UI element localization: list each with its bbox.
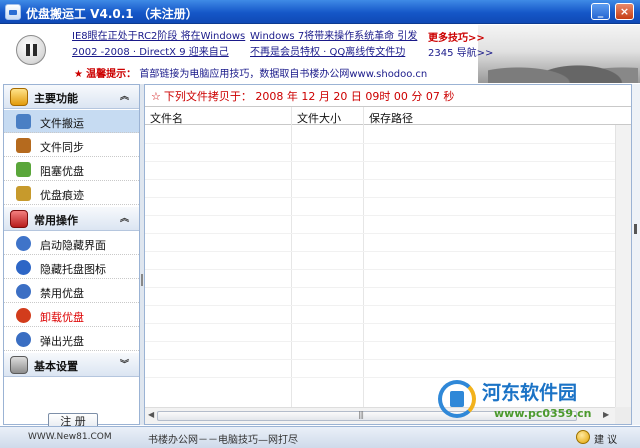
eject-icon — [16, 332, 31, 347]
column-header-filesize[interactable]: 文件大小 — [297, 110, 341, 126]
header-banner: IE8眼在正处于RC2阶段 将在Windows 2002 -2008 · Dir… — [0, 25, 640, 83]
sidebar-item-hide-tray-icon[interactable]: 隐藏托盘图标 — [4, 256, 139, 279]
minimize-button[interactable]: _ — [591, 3, 610, 20]
title-bar: 优盘搬运工 V4.0.1 （未注册） _ × — [0, 0, 640, 24]
tools-icon — [10, 356, 28, 374]
sidebar-item-launch-hidden[interactable]: 启动隐藏界面 — [4, 232, 139, 255]
row-line — [145, 215, 615, 216]
copy-status: ☆ 下列文件拷贝于： 2008 年 12 月 20 日 09时 00 分 07 秒 — [151, 88, 454, 104]
sidebar-item-block-udisk[interactable]: 阻塞优盘 — [4, 158, 139, 181]
briefcase-icon — [16, 138, 31, 153]
row-line — [145, 251, 615, 252]
group-label: 主要功能 — [34, 92, 78, 105]
truck-icon — [16, 114, 31, 129]
sidebar-item-label: 弹出光盘 — [40, 335, 84, 348]
scroll-left-icon[interactable]: ◀ — [148, 410, 154, 419]
group-basic-settings[interactable]: 基本设置 ︾ — [4, 353, 139, 377]
collapse-up-icon[interactable]: ︽ — [120, 89, 129, 102]
column-divider[interactable] — [363, 107, 364, 407]
column-header-filename[interactable]: 文件名 — [150, 110, 183, 126]
lock-icon — [16, 162, 31, 177]
star-icon: ☆ — [151, 90, 161, 103]
row-line — [145, 287, 615, 288]
info-icon — [16, 260, 31, 275]
copy-status-text: 下列文件拷贝于： 2008 年 12 月 20 日 09时 00 分 07 秒 — [163, 90, 455, 103]
row-line — [145, 197, 615, 198]
row-line — [145, 179, 615, 180]
row-line — [145, 323, 615, 324]
sidebar-item-unmount-udisk[interactable]: 卸载优盘 — [4, 304, 139, 327]
sidebar-item-udisk-traces[interactable]: 优盘痕迹 — [4, 182, 139, 205]
landscape-painting — [478, 25, 640, 83]
status-bar: WWW.New81.COM 书楼办公网－－电脑技巧—网打尽 建 议 — [0, 426, 640, 448]
news-link-1[interactable]: IE8眼在正处于RC2阶段 将在Windows — [72, 27, 245, 42]
collapse-up-icon[interactable]: ︽ — [120, 211, 129, 224]
sidebar-item-label: 禁用优盘 — [40, 287, 84, 300]
sidebar-item-disable-udisk[interactable]: 禁用优盘 — [4, 280, 139, 303]
watermark: 河东软件园 www.pc0359.cn — [438, 376, 634, 426]
table-header: 文件名 文件大小 保存路径 — [145, 106, 631, 125]
sidebar-item-label: 文件搬运 — [40, 117, 84, 130]
eject-red-icon — [16, 308, 31, 323]
row-line — [145, 359, 615, 360]
notice-text[interactable]: 首部链接为电脑应用技巧，数据取自书楼办公网www.shodoo.cn — [139, 69, 427, 80]
notice-bar: ★ 温馨提示： 首部链接为电脑应用技巧，数据取自书楼办公网www.shodoo.… — [74, 65, 427, 80]
sidebar-item-label: 隐藏托盘图标 — [40, 263, 106, 276]
row-line — [145, 233, 615, 234]
sidebar: 主要功能 ︽ 文件搬运 文件同步 阻塞优盘 优盘痕迹 常用操作 ︽ 启动隐藏界面… — [3, 84, 140, 431]
column-header-save-path[interactable]: 保存路径 — [369, 110, 413, 126]
row-line — [145, 143, 615, 144]
watermark-url: www.pc0359.cn — [494, 407, 592, 420]
vertical-scrollbar[interactable] — [615, 125, 631, 407]
news-link-4[interactable]: 不再是会员特权 · QQ离线传文件功 — [250, 43, 405, 58]
common-operations-icon — [10, 210, 28, 228]
group-label: 常用操作 — [34, 214, 78, 227]
row-line — [145, 269, 615, 270]
notice-heading: 温馨提示： — [86, 69, 137, 80]
news-link-3[interactable]: Windows 7将带来操作系统革命 引发 — [250, 27, 417, 42]
group-label: 基本设置 — [34, 360, 78, 373]
expand-down-icon[interactable]: ︾ — [120, 357, 129, 370]
file-list-panel: ☆ 下列文件拷贝于： 2008 年 12 月 20 日 09时 00 分 07 秒… — [144, 84, 632, 425]
sidebar-item-label: 卸载优盘 — [40, 311, 84, 324]
feedback-label: 建 议 — [594, 435, 618, 446]
close-button[interactable]: × — [615, 3, 634, 20]
bulb-icon — [576, 430, 590, 444]
window-title: 优盘搬运工 V4.0.1 （未注册） — [26, 7, 198, 21]
nav-2345-link[interactable]: 2345 导航>> — [428, 44, 493, 59]
watermark-logo-icon — [438, 380, 476, 418]
sidebar-item-label: 优盘痕迹 — [40, 189, 84, 202]
status-message: 书楼办公网－－电脑技巧—网打尽 — [148, 435, 298, 446]
feedback-button[interactable]: 建 议 — [576, 430, 636, 446]
main-functions-icon — [10, 88, 28, 106]
right-collapse-handle[interactable] — [632, 84, 640, 425]
row-line — [145, 161, 615, 162]
more-tips-link[interactable]: 更多技巧>> — [428, 29, 485, 44]
group-main-functions[interactable]: 主要功能 ︽ — [4, 85, 139, 109]
notice-star-icon: ★ — [74, 69, 83, 80]
row-line — [145, 305, 615, 306]
sidebar-item-file-transfer[interactable]: 文件搬运 — [4, 110, 139, 133]
sidebar-item-label: 阻塞优盘 — [40, 165, 84, 178]
watermark-name: 河东软件园 — [482, 382, 578, 404]
power-icon — [16, 236, 31, 251]
group-common-operations[interactable]: 常用操作 ︽ — [4, 207, 139, 231]
sidebar-item-label: 文件同步 — [40, 141, 84, 154]
row-line — [145, 341, 615, 342]
sidebar-item-file-sync[interactable]: 文件同步 — [4, 134, 139, 157]
news-link-2[interactable]: 2002 -2008 · DirectX 9 迎来自己 — [72, 43, 229, 58]
sidebar-item-label: 启动隐藏界面 — [40, 239, 106, 252]
forbid-icon — [16, 284, 31, 299]
sidebar-item-eject-disc[interactable]: 弹出光盘 — [4, 328, 139, 351]
status-site[interactable]: WWW.New81.COM — [28, 432, 112, 442]
pause-button[interactable] — [16, 35, 46, 65]
app-icon — [5, 4, 21, 20]
column-divider[interactable] — [291, 107, 292, 407]
broom-icon — [16, 186, 31, 201]
